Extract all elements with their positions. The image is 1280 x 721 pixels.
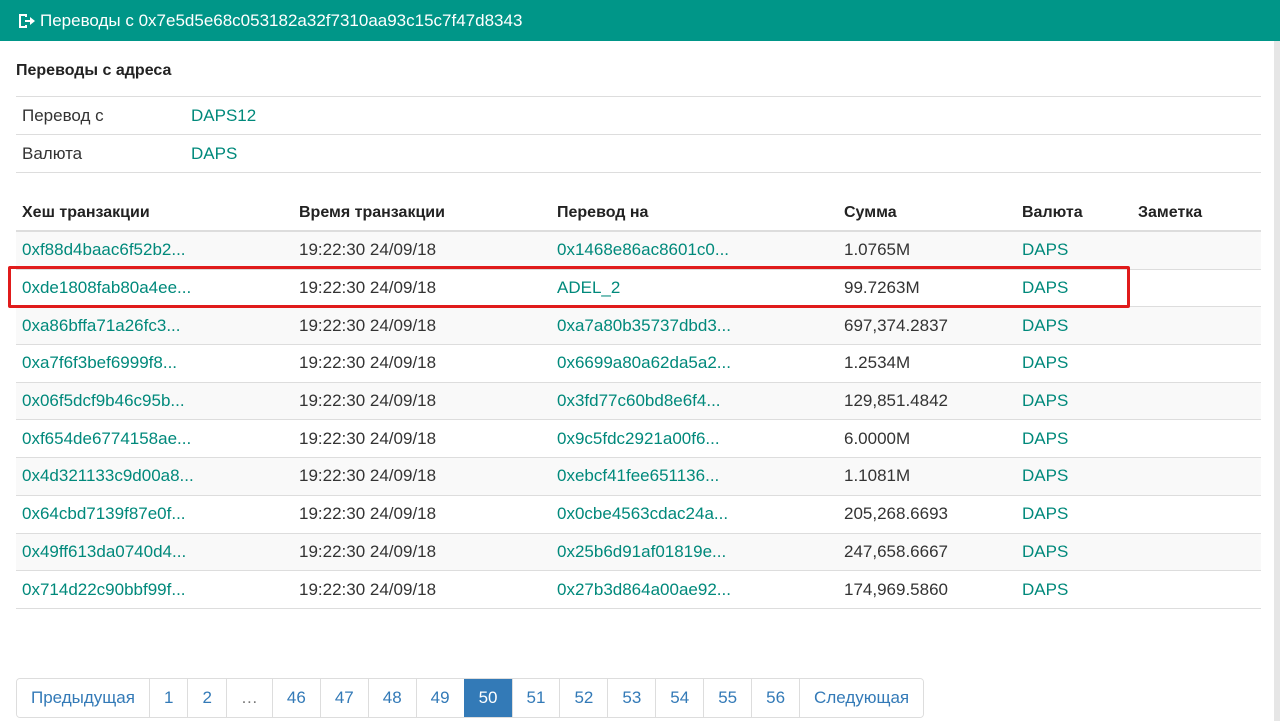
page-button-46[interactable]: 46 xyxy=(271,679,320,717)
column-header: Сумма xyxy=(844,204,897,221)
table-row: 0xa86bffa71a26fc3... 19:22:30 24/09/18 0xa… xyxy=(16,307,1261,346)
currency-link[interactable]: DAPS xyxy=(1022,353,1138,373)
tx-time: 19:22:30 24/09/18 xyxy=(299,541,437,561)
tx-amount: 1.0765M xyxy=(844,240,911,260)
column-header: Время транзакции xyxy=(299,204,445,221)
page-button-49[interactable]: 49 xyxy=(415,679,464,717)
table-row: 0x64cbd7139f87e0f... 19:22:30 24/09/18 0x0… xyxy=(16,496,1261,534)
page-button-56[interactable]: 56 xyxy=(751,679,800,717)
column-header: Заметка xyxy=(1138,204,1203,221)
tx-amount: 129,851.4842 xyxy=(844,391,948,411)
tx-hash-link[interactable]: 0xa86bffa71a26fc3... xyxy=(16,316,299,336)
currency-link[interactable]: DAPS xyxy=(191,144,237,164)
info-table: Перевод с DAPS12 Валюта DAPS xyxy=(16,96,1261,173)
tx-hash-link[interactable]: 0x714d22c90bbf99f... xyxy=(16,580,299,600)
to-address-link[interactable]: 0x1468e86ac8601c0... xyxy=(557,240,844,260)
tx-amount: 99.7263M xyxy=(844,278,920,298)
currency-link[interactable]: DAPS xyxy=(1022,466,1138,486)
currency-link[interactable]: DAPS xyxy=(1022,278,1138,298)
tx-time: 19:22:30 24/09/18 xyxy=(299,428,437,448)
tx-time: 19:22:30 24/09/18 xyxy=(299,579,437,599)
tx-time: 19:22:30 24/09/18 xyxy=(299,240,437,260)
scrollbar-track[interactable] xyxy=(1274,41,1280,721)
table-row: 0xf654de6774158ae... 19:22:30 24/09/18 0x9… xyxy=(16,420,1261,459)
page-button-1[interactable]: 1 xyxy=(148,679,188,717)
info-row-from: Перевод с DAPS12 xyxy=(16,97,1261,135)
table-body: 0xf88d4baac6f52b2... 19:22:30 24/09/18 0x1… xyxy=(16,232,1261,609)
page-button-52[interactable]: 52 xyxy=(559,679,608,717)
tx-amount: 697,374.2837 xyxy=(844,315,948,335)
table-row: 0xde1808fab80a4ee... 19:22:30 24/09/18 ADE… xyxy=(16,270,1261,308)
transactions-table: Хеш транзакции Время транзакции Перевод … xyxy=(16,196,1261,609)
table-row: 0xa7f6f3bef6999f8... 19:22:30 24/09/18 0x6… xyxy=(16,345,1261,383)
to-address-link[interactable]: ADEL_2 xyxy=(557,278,844,298)
table-row: 0xf88d4baac6f52b2... 19:22:30 24/09/18 0x1… xyxy=(16,232,1261,270)
page-button-55[interactable]: 55 xyxy=(703,679,752,717)
page-button-53[interactable]: 53 xyxy=(607,679,656,717)
pagination: Предыдущая 1 2… 46 47 48 49 50 51 52 53 54 55 56 Следу… xyxy=(16,678,925,718)
currency-link[interactable]: DAPS xyxy=(1022,504,1138,524)
page-button-54[interactable]: 54 xyxy=(655,679,704,717)
table-row: 0x49ff613da0740d4... 19:22:30 24/09/18 0x2… xyxy=(16,533,1261,572)
table-row: 0x4d321133c9d00a8... 19:22:30 24/09/18 0xe… xyxy=(16,458,1261,496)
column-header: Хеш транзакции xyxy=(22,204,150,221)
sign-out-icon xyxy=(16,11,36,31)
currency-link[interactable]: DAPS xyxy=(1022,391,1138,411)
to-address-link[interactable]: 0x0cbe4563cdac24a... xyxy=(557,504,844,524)
page-ellipsis: … xyxy=(225,679,272,717)
tx-amount: 1.1081M xyxy=(844,466,911,486)
tx-hash-link[interactable]: 0x64cbd7139f87e0f... xyxy=(16,504,299,524)
tx-time: 19:22:30 24/09/18 xyxy=(299,391,437,411)
tx-amount: 174,969.5860 xyxy=(844,579,948,599)
tx-amount: 247,658.6667 xyxy=(844,541,948,561)
tx-hash-link[interactable]: 0x4d321133c9d00a8... xyxy=(16,466,299,486)
tx-time: 19:22:30 24/09/18 xyxy=(299,466,437,486)
currency-link[interactable]: DAPS xyxy=(1022,240,1138,260)
tx-amount: 6.0000M xyxy=(844,428,911,448)
tx-amount: 1.2534M xyxy=(844,353,911,373)
to-address-link[interactable]: 0xa7a80b35737dbd3... xyxy=(557,316,844,336)
to-address-link[interactable]: 0x25b6d91af01819e... xyxy=(557,542,844,562)
info-label: Перевод с xyxy=(22,105,104,125)
tx-hash-link[interactable]: 0xde1808fab80a4ee... xyxy=(16,278,299,298)
tx-time: 19:22:30 24/09/18 xyxy=(299,315,437,335)
tx-hash-link[interactable]: 0xf88d4baac6f52b2... xyxy=(16,240,299,260)
info-label: Валюта xyxy=(22,143,83,163)
info-row-currency: Валюта DAPS xyxy=(16,135,1261,173)
to-address-link[interactable]: 0x9c5fdc2921a00f6... xyxy=(557,429,844,449)
table-row: 0x06f5dcf9b46c95b... 19:22:30 24/09/18 0x3… xyxy=(16,382,1261,421)
tx-hash-link[interactable]: 0x49ff613da0740d4... xyxy=(16,542,299,562)
page-button-47[interactable]: 47 xyxy=(319,679,368,717)
tx-hash-link[interactable]: 0x06f5dcf9b46c95b... xyxy=(16,391,299,411)
tx-hash-link[interactable]: 0xf654de6774158ae... xyxy=(16,429,299,449)
column-header: Валюта xyxy=(1022,204,1083,221)
section-title: Переводы с адреса xyxy=(16,62,172,79)
page-button-51[interactable]: 51 xyxy=(511,679,560,717)
page-button-2[interactable]: 2 xyxy=(187,679,226,717)
tx-time: 19:22:30 24/09/18 xyxy=(299,278,437,298)
to-address-link[interactable]: 0x3fd77c60bd8e6f4... xyxy=(557,391,844,411)
tx-time: 19:22:30 24/09/18 xyxy=(299,504,437,524)
currency-link[interactable]: DAPS xyxy=(1022,316,1138,336)
next-page-button[interactable]: Следующая xyxy=(799,679,924,717)
from-address-link[interactable]: DAPS12 xyxy=(191,106,256,126)
table-row: 0x714d22c90bbf99f... 19:22:30 24/09/18 0x2… xyxy=(16,571,1261,609)
currency-link[interactable]: DAPS xyxy=(1022,580,1138,600)
to-address-link[interactable]: 0xebcf41fee651136... xyxy=(557,466,844,486)
prev-page-button[interactable]: Предыдущая xyxy=(17,679,149,717)
page-button-48[interactable]: 48 xyxy=(367,679,416,717)
currency-link[interactable]: DAPS xyxy=(1022,542,1138,562)
page-button-current[interactable]: 50 xyxy=(463,679,512,717)
tx-amount: 205,268.6693 xyxy=(844,504,948,524)
tx-hash-link[interactable]: 0xa7f6f3bef6999f8... xyxy=(16,353,299,373)
page-title: Переводы с 0x7e5d5e68c053182a32f7310aa93… xyxy=(40,10,523,30)
to-address-link[interactable]: 0x6699a80a62da5a2... xyxy=(557,353,844,373)
page-header: Переводы с 0x7e5d5e68c053182a32f7310aa93… xyxy=(0,0,1280,41)
currency-link[interactable]: DAPS xyxy=(1022,429,1138,449)
column-header: Перевод на xyxy=(557,204,649,221)
to-address-link[interactable]: 0x27b3d864a00ae92... xyxy=(557,580,844,600)
tx-time: 19:22:30 24/09/18 xyxy=(299,353,437,373)
table-header: Хеш транзакции Время транзакции Перевод … xyxy=(16,196,1261,232)
